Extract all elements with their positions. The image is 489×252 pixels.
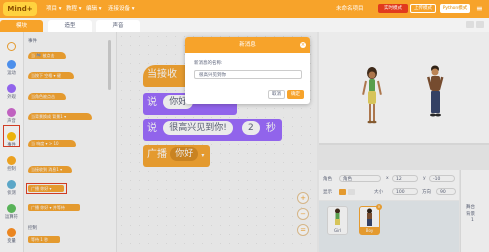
fullscreen-icon[interactable] <box>476 21 484 28</box>
app-logo: Mind+ <box>3 2 37 16</box>
dialog-title: 新消息 <box>185 37 310 53</box>
top-menu-bar: Mind+ 项目 ▾ 教程 ▾ 编辑 ▾ 连接设备 ▾ 未命名项目 实时模式 上… <box>0 0 489 18</box>
message-name-input[interactable] <box>194 70 302 79</box>
menu-project[interactable]: 项目 ▾ <box>46 4 62 14</box>
realtime-mode-button[interactable]: 实时模式 <box>378 4 408 13</box>
close-icon[interactable]: × <box>300 42 306 48</box>
tab-sounds[interactable]: 声音 <box>96 20 140 32</box>
upload-mode-button[interactable]: 上传模式 <box>410 4 436 13</box>
python-mode-button[interactable]: Python模式 <box>440 4 470 13</box>
menu-connect-device[interactable]: 连接设备 ▾ <box>108 4 135 14</box>
dialog-prompt: 新消息的名称: <box>194 61 223 66</box>
new-message-dialog: 新消息 × 新消息的名称: 取消 确定 <box>185 37 310 104</box>
tab-costumes[interactable]: 造型 <box>48 20 92 32</box>
menu-edit[interactable]: 编辑 ▾ <box>86 4 102 14</box>
cancel-button[interactable]: 取消 <box>268 90 285 99</box>
hamburger-menu-icon[interactable]: ≡ <box>476 4 483 14</box>
tab-code[interactable]: 模块 <box>0 20 43 32</box>
small-stage-icon[interactable] <box>466 21 474 28</box>
menu-tutorial[interactable]: 教程 ▾ <box>66 4 82 14</box>
stage-header <box>318 18 489 32</box>
project-title[interactable]: 未命名项目 <box>336 4 364 14</box>
ok-button[interactable]: 确定 <box>287 90 304 99</box>
editor-tabs: 模块 造型 声音 <box>0 18 270 32</box>
